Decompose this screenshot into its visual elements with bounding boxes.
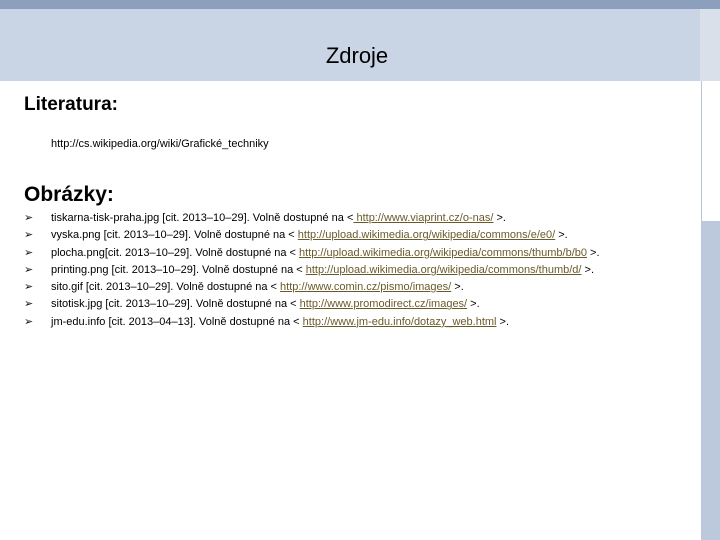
top-accent-bar: [0, 0, 720, 9]
source-text: tiskarna-tisk-praha.jpg [cit. 2013–10–29…: [51, 212, 354, 224]
literature-heading: Literatura:: [24, 94, 118, 115]
list-item: ➢ sitotisk.jpg [cit. 2013–10–29]. Volně d…: [24, 296, 600, 313]
list-item: ➢ printing.png [cit. 2013–10–29]. Volně d…: [24, 262, 600, 279]
list-item: ➢ plocha.png[cit. 2013–10–29]. Volně dost…: [24, 245, 600, 262]
list-item: ➢ tiskarna-tisk-praha.jpg [cit. 2013–10–2…: [24, 210, 600, 227]
arrow-bullet-icon: ➢: [24, 212, 34, 224]
source-suffix: >.: [451, 281, 464, 294]
source-link[interactable]: http://www.promodirect.cz/images/: [300, 298, 468, 310]
right-side-panel: [701, 81, 720, 221]
list-item: ➢ sito.gif [cit. 2013–10–29]. Volně dostu…: [24, 279, 600, 296]
source-suffix: >.: [555, 229, 568, 242]
source-link[interactable]: http://www.comin.cz/pismo/images/: [280, 281, 451, 293]
list-item: ➢ vyska.png [cit. 2013–10–29]. Volně dost…: [24, 227, 600, 244]
literature-entry: http://cs.wikipedia.org/wiki/Grafické_te…: [51, 138, 269, 150]
image-sources-list: ➢ tiskarna-tisk-praha.jpg [cit. 2013–10–2…: [24, 210, 600, 331]
arrow-bullet-icon: ➢: [24, 246, 34, 259]
source-text: printing.png [cit. 2013–10–29]. Volně do…: [51, 263, 306, 276]
slide-title: Zdroje: [325, 43, 389, 68]
arrow-bullet-icon: ➢: [24, 229, 34, 242]
source-link[interactable]: http://www.viaprint.cz/o-nas/: [353, 212, 493, 224]
arrow-bullet-icon: ➢: [24, 298, 34, 311]
right-accent-strip: [701, 221, 720, 540]
source-suffix: >.: [587, 246, 600, 259]
source-text: jm-edu.info [cit. 2013–04–13]. Volně dos…: [51, 315, 303, 328]
arrow-bullet-icon: ➢: [24, 263, 34, 276]
source-suffix: >.: [581, 263, 595, 276]
source-link[interactable]: http://www.jm-edu.info/dotazy_web.html: [303, 316, 497, 328]
source-suffix: >.: [467, 298, 480, 311]
images-heading: Obrázky:: [24, 183, 114, 206]
source-link[interactable]: http://upload.wikimedia.org/wikipedia/co…: [306, 264, 582, 276]
source-text: sito.gif [cit. 2013–10–29]. Volně dostup…: [51, 281, 281, 294]
list-item: ➢ jm-edu.info [cit. 2013–04–13]. Volně do…: [24, 314, 600, 331]
source-text: plocha.png[cit. 2013–10–29]. Volně dostu…: [51, 246, 300, 259]
source-link[interactable]: http://upload.wikimedia.org/wikipedia/co…: [299, 247, 587, 259]
source-text: sitotisk.jpg [cit. 2013–10–29]. Volně do…: [51, 298, 300, 311]
arrow-bullet-icon: ➢: [24, 315, 34, 328]
source-suffix: >.: [493, 212, 506, 224]
arrow-bullet-icon: ➢: [24, 281, 34, 294]
source-suffix: >.: [496, 315, 510, 328]
source-link[interactable]: http://upload.wikimedia.org/wikipedia/co…: [298, 229, 555, 241]
source-text: vyska.png [cit. 2013–10–29]. Volně dostu…: [51, 229, 298, 242]
